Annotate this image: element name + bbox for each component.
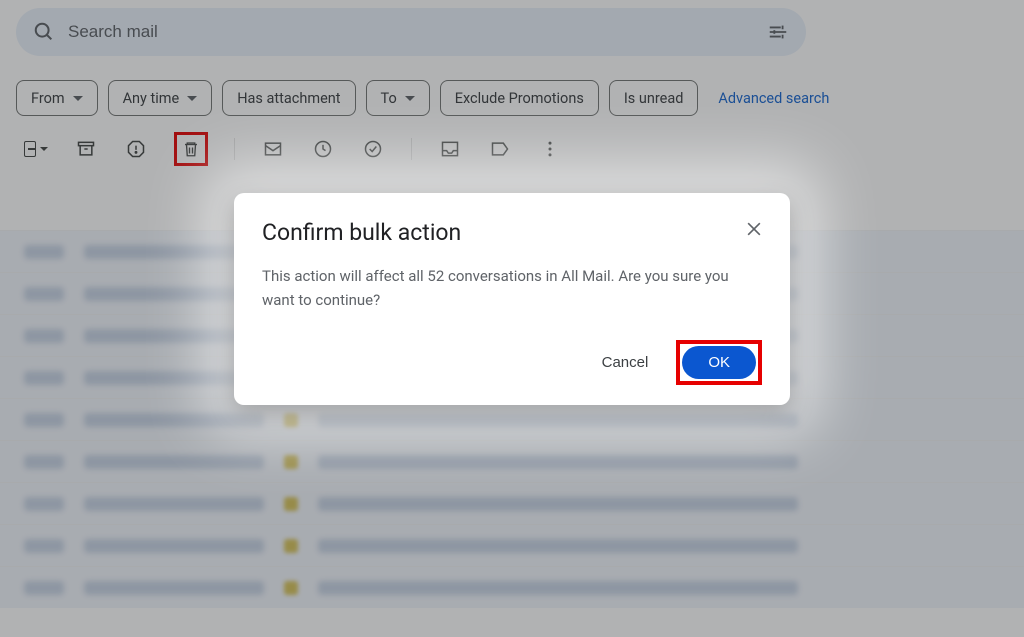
ok-button[interactable]: OK xyxy=(682,346,756,379)
dialog-title: Confirm bulk action xyxy=(262,219,762,246)
close-icon[interactable] xyxy=(740,215,768,243)
dialog-body: This action will affect all 52 conversat… xyxy=(262,264,752,312)
cancel-button[interactable]: Cancel xyxy=(588,346,663,379)
dialog-actions: Cancel OK xyxy=(262,340,762,385)
modal-overlay: Confirm bulk action This action will aff… xyxy=(0,0,1024,637)
confirm-dialog: Confirm bulk action This action will aff… xyxy=(234,193,790,405)
ok-button-highlight: OK xyxy=(676,340,762,385)
